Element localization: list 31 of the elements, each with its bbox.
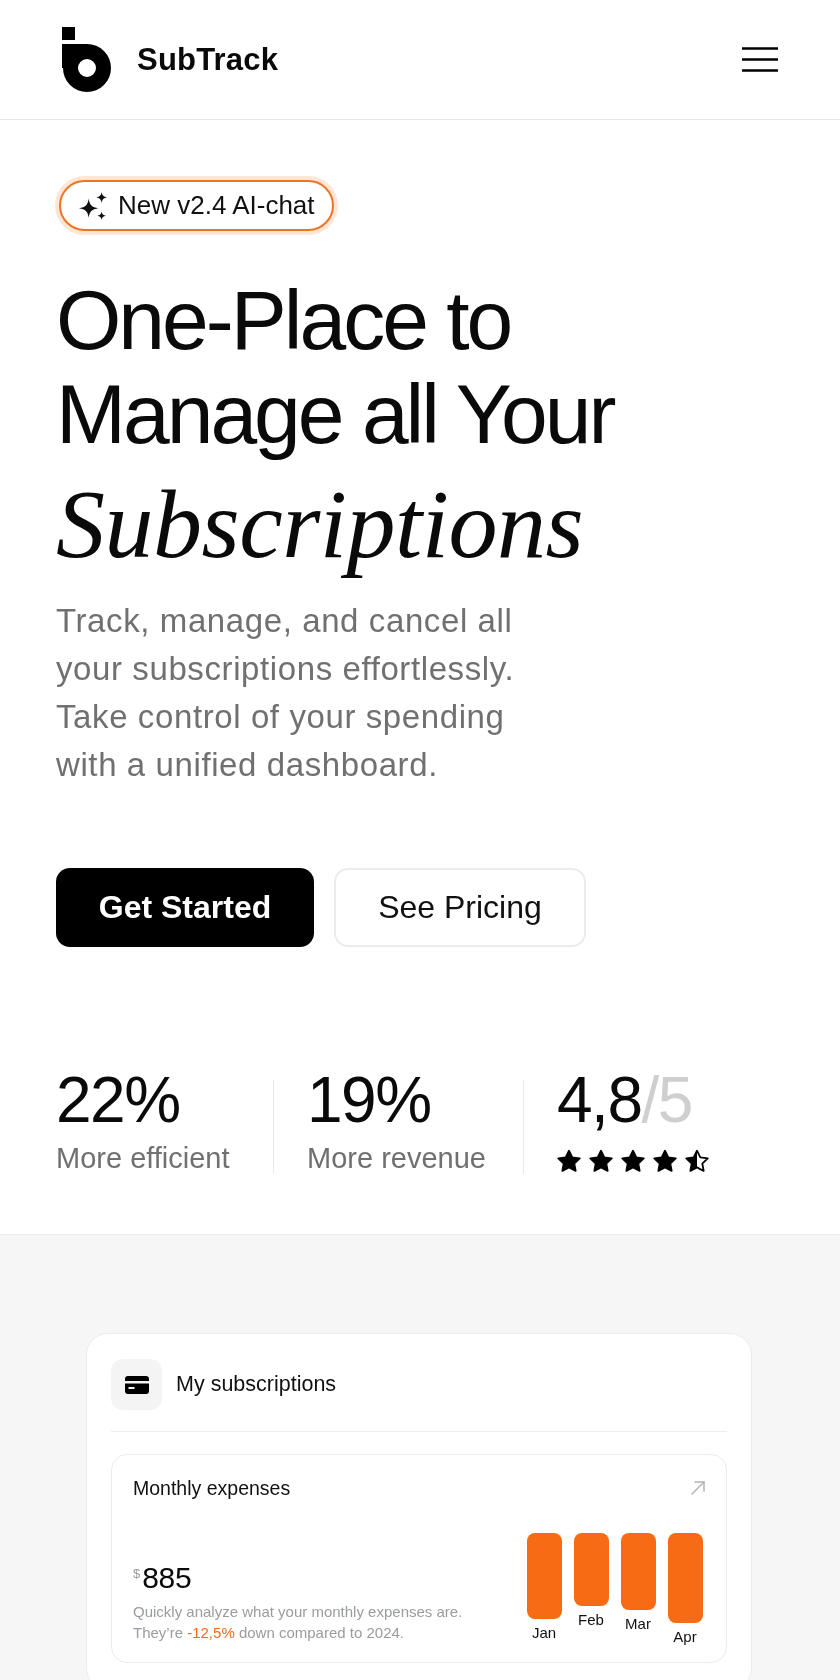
hero-title: One-Place to Manage all Your Subscriptions [56, 273, 615, 580]
stat-value: 22% [56, 1065, 181, 1135]
sparkles-icon [79, 191, 107, 220]
expense-amount: 885 [142, 1561, 192, 1595]
star-icon [621, 1149, 645, 1173]
month-label: Feb [578, 1610, 604, 1630]
get-started-button[interactable]: Get Started [56, 868, 314, 947]
stat-label: More revenue [307, 1141, 487, 1176]
rating-scale: /5 [641, 1065, 692, 1135]
rating-value: 4,8 [557, 1065, 642, 1135]
star-icon [557, 1149, 581, 1173]
menu-button[interactable] [742, 47, 778, 72]
star-icon [589, 1149, 613, 1173]
stat-label: More efficient [56, 1141, 231, 1176]
menu-icon [742, 47, 778, 72]
card-title: My subscriptions [176, 1372, 337, 1397]
widget-title: Monthly expenses [133, 1476, 291, 1500]
month-label: Jan [531, 1623, 557, 1643]
star-icon [653, 1149, 677, 1173]
hero-description: Track, manage, and cancel all your subscriptions effortlessly. Take control of your spending with a unified dashboard. [56, 601, 516, 785]
pricing-button[interactable]: See Pricing [334, 868, 586, 947]
expense-description: Quickly analyze what your monthly expenses are. They’re -12,5% down compared to 2024. [133, 1602, 464, 1643]
brand-name: SubTrack [137, 41, 279, 78]
logo-icon [62, 27, 112, 92]
credit-card-icon [111, 1359, 162, 1410]
badge-text: New v2.4 AI-chat [118, 190, 315, 221]
month-label: Apr [673, 1627, 697, 1647]
currency-symbol: $ [133, 1566, 141, 1582]
star-icon [685, 1149, 709, 1173]
month-label: Mar [625, 1614, 651, 1634]
stat-value: 19% [307, 1065, 432, 1135]
